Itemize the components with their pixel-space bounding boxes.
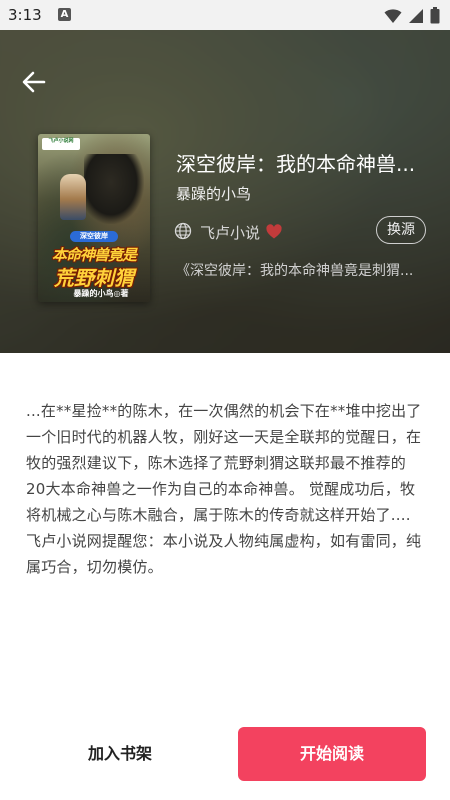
globe-icon [174, 222, 192, 240]
signal-icon [409, 8, 423, 23]
wifi-icon [384, 8, 402, 23]
add-to-shelf-button[interactable]: 加入书架 [30, 727, 210, 781]
status-time: 3:13 [8, 6, 42, 24]
source-row: 飞卢小说 换源 [174, 216, 426, 244]
heart-icon [266, 224, 282, 239]
back-button[interactable] [18, 66, 50, 98]
book-cover[interactable]: 飞卢小说网 深空彼岸 本命神兽竟是 荒野刺猬 暴躁的小鸟◎著 [38, 134, 150, 302]
book-description: ...在**星捡**的陈木，在一次偶然的机会下在**堆中挖出了一个旧时代的机器人… [26, 402, 422, 576]
book-author[interactable]: 暴躁的小鸟 [176, 183, 251, 204]
battery-icon [430, 7, 440, 24]
start-reading-button[interactable]: 开始阅读 [238, 727, 426, 781]
status-bar: 3:13 A [0, 0, 450, 30]
cover-character-art [60, 174, 86, 220]
book-title: 深空彼岸：我的本命神兽... [176, 152, 416, 176]
a-letter-icon: A [58, 8, 71, 21]
source-name: 飞卢小说 [200, 224, 261, 242]
arrow-left-icon [22, 71, 46, 93]
cover-dragon-art [84, 154, 144, 224]
cover-tag: 深空彼岸 [70, 231, 118, 242]
latest-chapter[interactable]: 《深空彼岸：我的本命神兽竟是刺猬... [176, 260, 448, 280]
cover-author: 暴躁的小鸟◎著 [73, 289, 129, 298]
switch-source-button[interactable]: 换源 [376, 216, 426, 244]
cover-publisher-logo: 飞卢小说网 [42, 138, 80, 150]
cover-title-line2: 荒野刺猬 [54, 266, 134, 290]
